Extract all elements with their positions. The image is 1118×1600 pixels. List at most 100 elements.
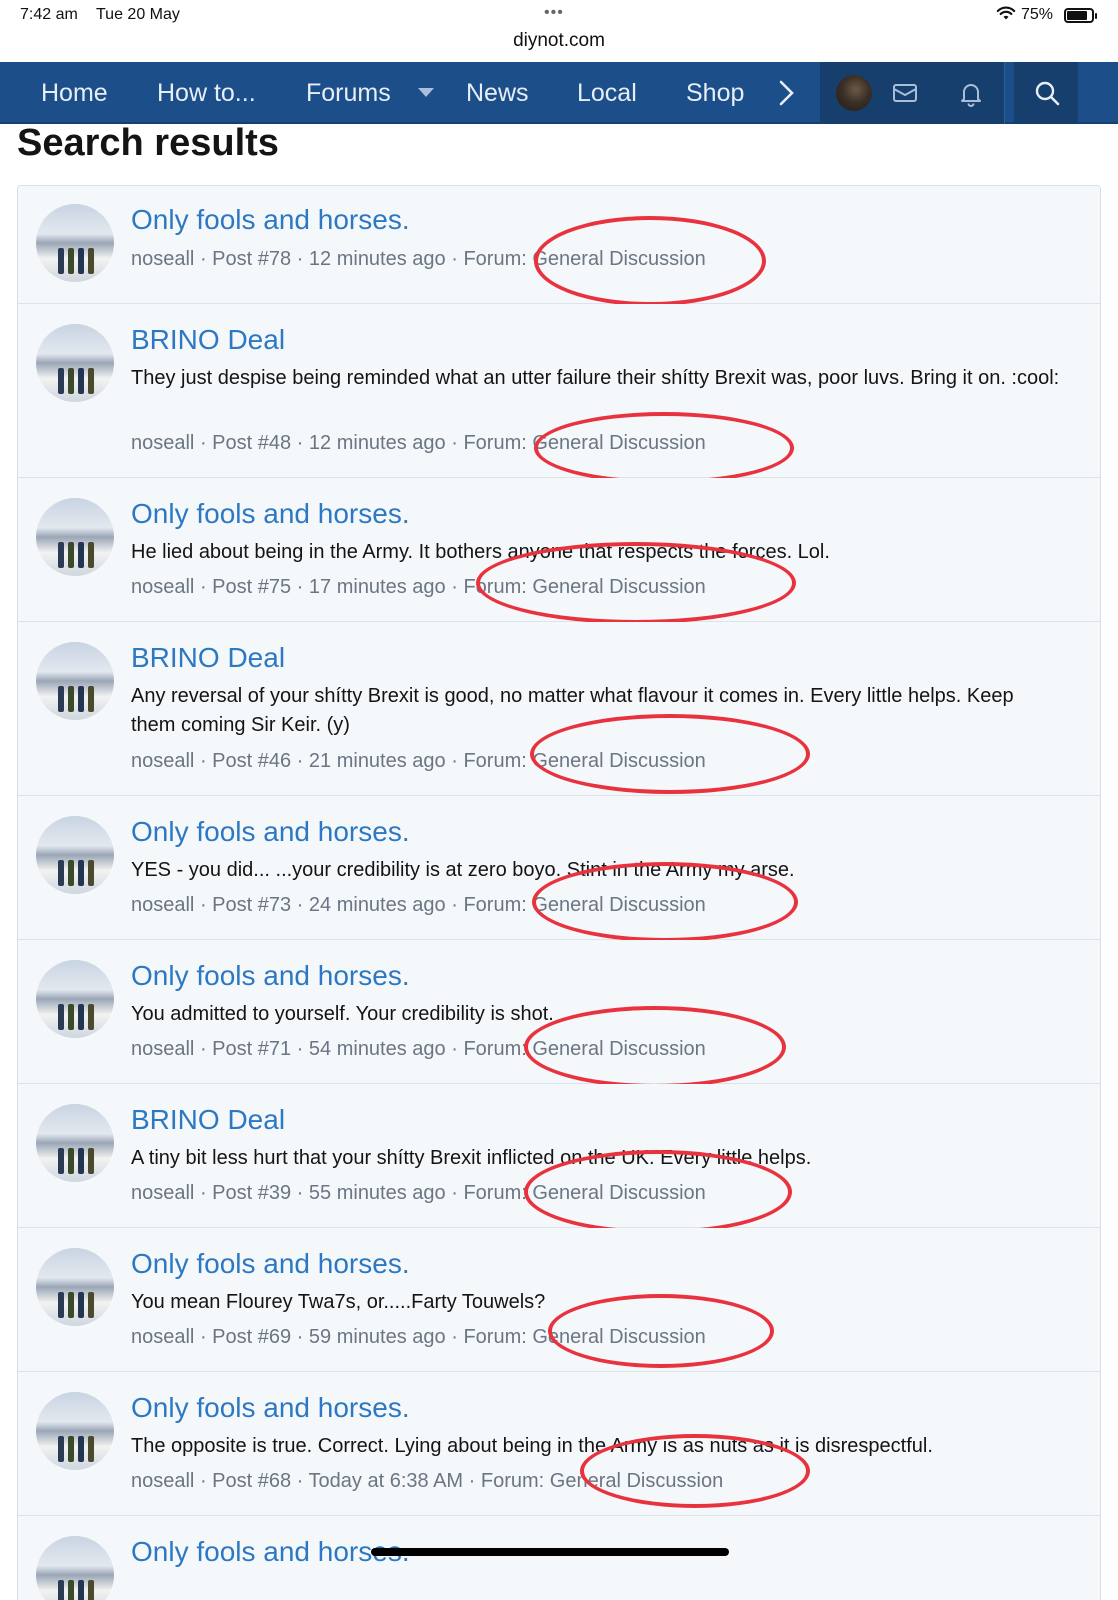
main-nav: Home How to... Forums News Local Shop (0, 62, 1118, 124)
post-time[interactable]: 54 minutes ago (309, 1038, 446, 1060)
author-link[interactable]: noseall (131, 576, 194, 598)
avatar[interactable] (36, 204, 114, 282)
author-link[interactable]: noseall (131, 750, 194, 772)
post-time[interactable]: Today at 6:38 AM (309, 1470, 464, 1492)
red-circle-annotation (548, 1294, 774, 1368)
post-link[interactable]: Post #71 (212, 1038, 291, 1060)
avatar[interactable] (36, 642, 114, 720)
red-circle-annotation (534, 216, 766, 306)
forum-label: Forum: (480, 1470, 545, 1492)
author-link[interactable]: noseall (131, 1182, 194, 1204)
forum-label: Forum: (463, 894, 527, 916)
red-circle-annotation (532, 862, 798, 942)
author-link[interactable]: noseall (131, 894, 194, 916)
forum-label: Forum: (463, 432, 527, 454)
address-bar-url[interactable]: diynot.com (0, 30, 1118, 52)
result-item: Only fools and horses. noseall · Post #7… (18, 186, 1100, 306)
search-icon (1035, 81, 1060, 106)
result-title-link[interactable]: BRINO Deal (131, 642, 285, 674)
post-link[interactable]: Post #39 (212, 1182, 291, 1204)
avatar[interactable] (36, 1104, 114, 1182)
avatar[interactable] (36, 960, 114, 1038)
author-link[interactable]: noseall (131, 1470, 194, 1492)
red-circle-annotation (524, 1006, 786, 1088)
result-item: Only fools and horses. You mean Flourey … (18, 1228, 1100, 1372)
wifi-icon (996, 6, 1016, 20)
bell-icon (961, 84, 981, 107)
result-title-link[interactable]: BRINO Deal (131, 324, 285, 356)
avatar[interactable] (36, 816, 114, 894)
result-item: Only fools and horses. He lied about bei… (18, 478, 1100, 624)
result-item: Only fools and horses. YES - you did... … (18, 796, 1100, 942)
nav-scroll-right-icon[interactable] (778, 80, 796, 106)
forum-label: Forum: (463, 750, 527, 772)
result-title-link[interactable]: Only fools and horses. (131, 816, 410, 848)
post-link[interactable]: Post #73 (212, 894, 291, 916)
result-item: Only fools and horses. You admitted to y… (18, 940, 1100, 1088)
page-title: Search results (17, 122, 279, 164)
result-item: Only fools and horses. The opposite is t… (18, 1372, 1100, 1516)
result-title-link[interactable]: Only fools and horses. (131, 960, 410, 992)
post-time[interactable]: 12 minutes ago (309, 432, 446, 454)
post-time[interactable]: 12 minutes ago (309, 248, 446, 270)
user-avatar[interactable] (836, 75, 872, 111)
red-circle-annotation (580, 1434, 810, 1508)
author-link[interactable]: noseall (131, 248, 194, 270)
nav-shop[interactable]: Shop (686, 62, 744, 124)
post-link[interactable]: Post #78 (212, 248, 291, 270)
search-results-list: Only fools and horses. noseall · Post #7… (17, 185, 1101, 1600)
forum-label: Forum: (463, 1182, 527, 1204)
search-button[interactable] (1014, 62, 1078, 124)
home-indicator[interactable] (371, 1548, 729, 1556)
avatar[interactable] (36, 498, 114, 576)
nav-home[interactable]: Home (41, 62, 108, 124)
nav-forums[interactable]: Forums (306, 62, 391, 124)
result-title-link[interactable]: Only fools and horses. (131, 1392, 410, 1424)
post-time[interactable]: 59 minutes ago (309, 1326, 446, 1348)
envelope-icon (893, 84, 917, 102)
post-link[interactable]: Post #69 (212, 1326, 291, 1348)
nav-divider (1004, 62, 1005, 124)
status-bar: 7:42 am Tue 20 May ••• diynot.com 75% (0, 0, 1118, 62)
result-title-link[interactable]: Only fools and horses. (131, 498, 410, 530)
result-title-link[interactable]: Only fools and horses. (131, 1248, 410, 1280)
multitask-dots[interactable]: ••• (544, 4, 564, 22)
status-time: 7:42 am (20, 6, 78, 23)
result-title-link[interactable]: BRINO Deal (131, 1104, 285, 1136)
result-title-link[interactable]: Only fools and horses. (131, 204, 410, 236)
alerts-button[interactable] (938, 62, 1004, 124)
nav-local[interactable]: Local (577, 62, 637, 124)
result-title-link[interactable]: Only fools and horses. (131, 1536, 410, 1568)
post-time[interactable]: 21 minutes ago (309, 750, 446, 772)
result-item: BRINO Deal A tiny bit less hurt that you… (18, 1084, 1100, 1234)
avatar[interactable] (36, 1248, 114, 1326)
post-link[interactable]: Post #46 (212, 750, 291, 772)
battery-icon (1064, 8, 1097, 23)
nav-news[interactable]: News (466, 62, 529, 124)
post-link[interactable]: Post #75 (212, 576, 291, 598)
result-item: BRINO Deal Any reversal of your shítty B… (18, 622, 1100, 796)
red-circle-annotation (530, 714, 810, 794)
author-link[interactable]: noseall (131, 1038, 194, 1060)
post-link[interactable]: Post #68 (212, 1470, 291, 1492)
post-time[interactable]: 55 minutes ago (309, 1182, 446, 1204)
post-time[interactable]: 24 minutes ago (309, 894, 446, 916)
red-circle-annotation (534, 412, 794, 484)
post-time[interactable]: 17 minutes ago (309, 576, 446, 598)
forum-label: Forum: (463, 1038, 527, 1060)
avatar[interactable] (36, 1392, 114, 1470)
forums-dropdown-caret-icon[interactable] (418, 88, 434, 97)
post-link[interactable]: Post #48 (212, 432, 291, 454)
nav-how-to[interactable]: How to... (157, 62, 256, 124)
author-link[interactable]: noseall (131, 1326, 194, 1348)
battery-percent: 75% (1021, 6, 1054, 23)
author-link[interactable]: noseall (131, 432, 194, 454)
result-item: BRINO Deal They just despise being remin… (18, 304, 1100, 484)
forum-label: Forum: (463, 248, 527, 270)
red-circle-annotation (524, 1150, 792, 1234)
inbox-button[interactable] (872, 62, 938, 124)
result-item: Only fools and horses. (18, 1516, 1100, 1600)
avatar[interactable] (36, 324, 114, 402)
result-snippet: They just despise being reminded what an… (131, 367, 1060, 389)
avatar[interactable] (36, 1536, 114, 1600)
